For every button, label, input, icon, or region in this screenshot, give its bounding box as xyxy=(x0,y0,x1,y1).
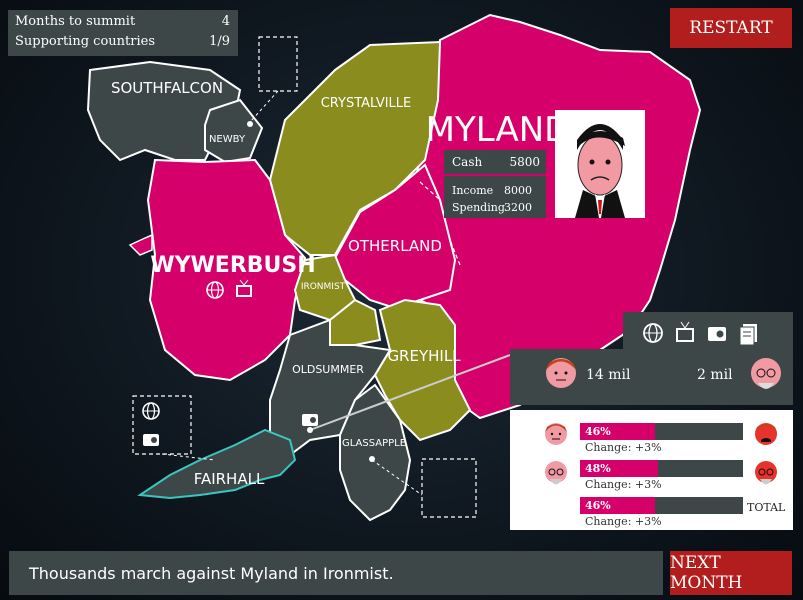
old-population: 2 mil xyxy=(697,367,733,383)
label-oldsummer: OLDSUMMER xyxy=(292,363,364,376)
cash-value: 5800 xyxy=(509,155,540,169)
globe-icon xyxy=(142,402,160,420)
income-value: 8000 xyxy=(504,184,532,197)
cash-label: Cash xyxy=(452,155,483,169)
support-label: Supporting countries xyxy=(15,34,155,49)
label-ironmist: IRONMIST xyxy=(301,282,346,292)
young-change: Change: +3% xyxy=(585,441,662,454)
young-face-icon xyxy=(545,423,567,445)
leader-portrait xyxy=(555,110,645,218)
globe-icon[interactable] xyxy=(643,323,663,343)
media-tabs xyxy=(623,312,793,352)
support-panel: 46% Change: +3% 48% Change: +3% 46% TOTA… xyxy=(510,410,793,530)
income-label: Income xyxy=(452,184,494,197)
restart-button[interactable]: RESTART xyxy=(670,8,792,48)
young-support-bar: 46% xyxy=(580,423,743,440)
label-glassapple: GLASSAPPLE xyxy=(342,438,406,449)
fairhall-media-box xyxy=(132,395,192,455)
label-southfalcon: SOUTHFALCON xyxy=(111,79,223,97)
game-stage: SOUTHFALCON NEWBY CRYSTALVILLE WYWERBUSH… xyxy=(0,0,803,600)
months-value: 4 xyxy=(221,14,230,29)
support-value: 1/9 xyxy=(209,34,230,49)
total-change: Change: +3% xyxy=(585,515,662,528)
total-support-pct: 46% xyxy=(585,499,611,512)
spending-value: 3200 xyxy=(504,201,532,214)
myland-title: MYLAND xyxy=(426,110,571,150)
spending-label: Spending xyxy=(452,201,505,214)
newspaper-icon[interactable] xyxy=(739,324,757,346)
myland-finance: Cash 5800 Income 8000 Spending 3200 xyxy=(444,150,546,218)
empty-slot-box xyxy=(258,36,298,92)
label-crystalville: CRYSTALVILLE xyxy=(321,96,412,111)
stats-panel: Months to summit 4 Supporting countries … xyxy=(8,10,238,56)
flag-marker xyxy=(128,233,153,256)
young-population: 14 mil xyxy=(586,367,631,383)
tv-icon[interactable] xyxy=(676,321,694,342)
label-wywerbush: WYWERBUSH xyxy=(150,253,315,278)
angry-old-face-icon xyxy=(755,461,777,485)
population-panel: 14 mil 2 mil xyxy=(510,349,793,405)
label-otherland: OTHERLAND xyxy=(348,237,442,255)
glassapple-slot-box xyxy=(421,458,477,518)
old-change: Change: +3% xyxy=(585,478,662,491)
old-face-icon xyxy=(751,358,781,389)
young-support-pct: 46% xyxy=(585,425,611,438)
label-fairhall: FAIRHALL xyxy=(194,470,265,488)
radio-icon[interactable] xyxy=(708,327,726,341)
label-greyhill: GREYHILL xyxy=(387,347,461,365)
young-face-icon xyxy=(546,358,576,388)
old-face-icon xyxy=(545,461,567,485)
radio-icon xyxy=(143,434,159,446)
region-newby[interactable] xyxy=(204,98,264,164)
label-newby: NEWBY xyxy=(209,134,246,145)
angry-young-face-icon xyxy=(755,423,777,445)
news-ticker: Thousands march against Myland in Ironmi… xyxy=(9,551,663,595)
old-support-bar: 48% xyxy=(580,460,743,477)
next-month-button[interactable]: NEXT MONTH xyxy=(670,551,792,595)
radio-icon xyxy=(302,414,318,426)
total-label: TOTAL xyxy=(747,501,786,514)
months-label: Months to summit xyxy=(15,14,136,29)
old-support-pct: 48% xyxy=(585,462,611,475)
total-support-bar: 46% xyxy=(580,497,743,514)
